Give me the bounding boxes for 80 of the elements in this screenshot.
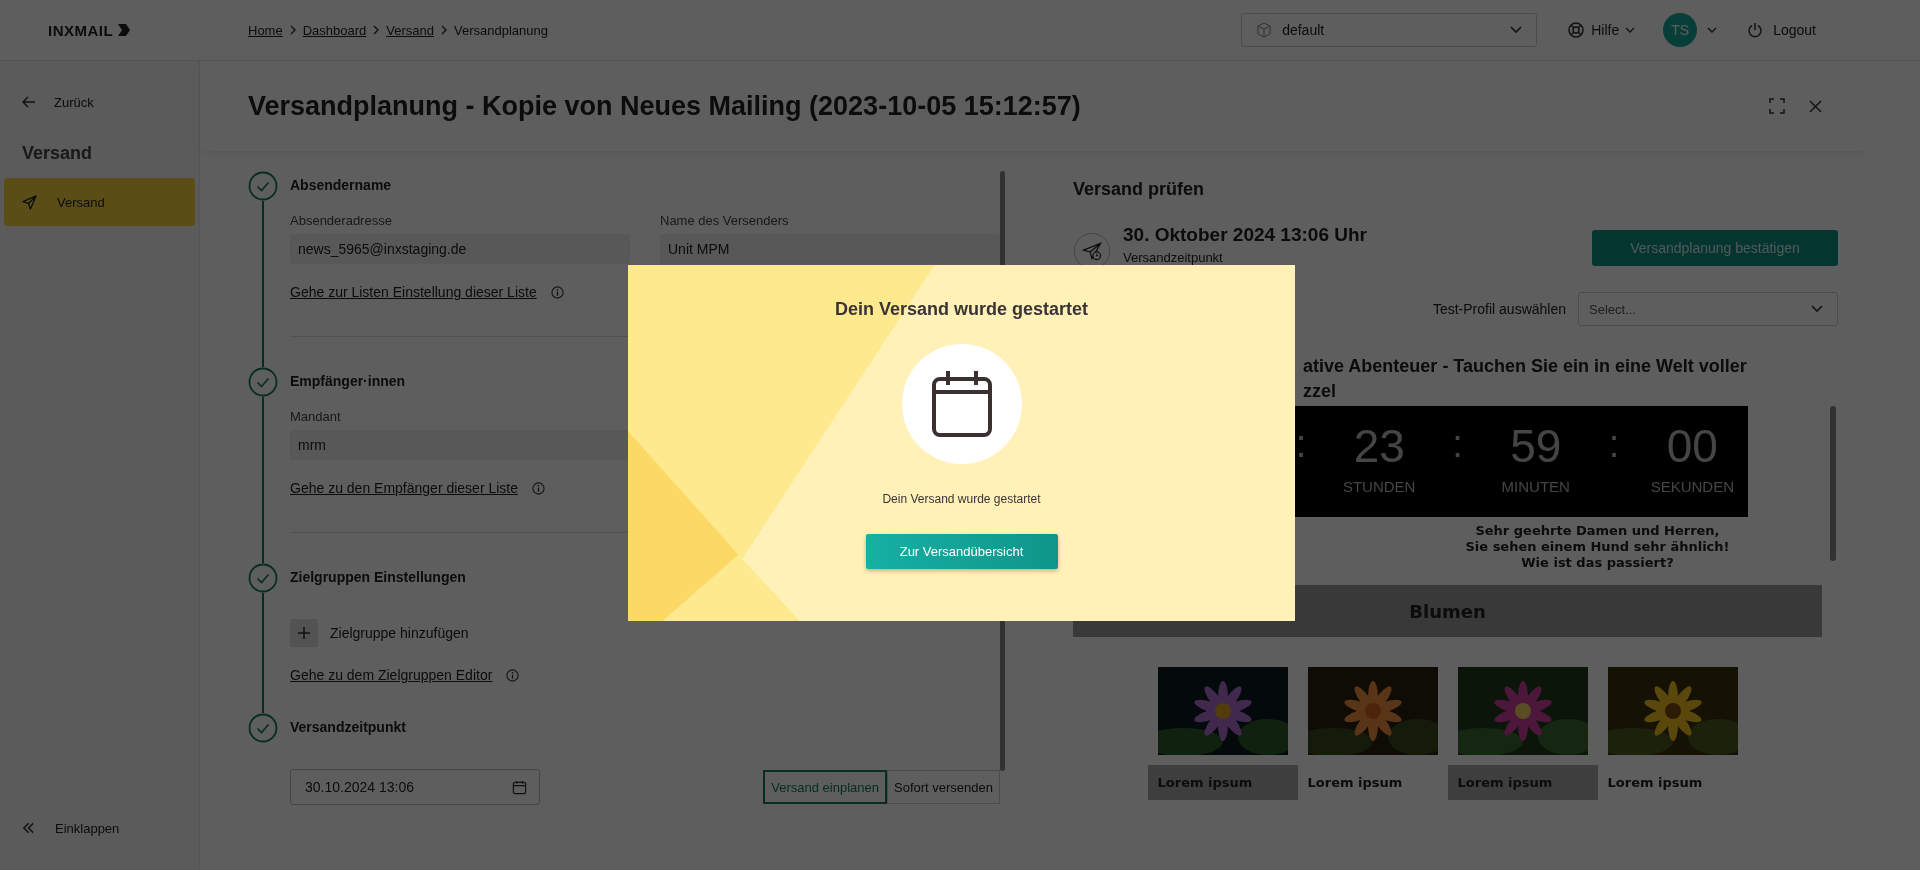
product-caption: Lorem ipsum — [1606, 774, 1704, 792]
breadcrumb-current: Versandplanung — [454, 22, 548, 38]
add-label: Zielgruppe hinzufügen — [330, 625, 469, 641]
plus-icon — [297, 626, 311, 640]
field-label: Test-Profil auswählen — [1432, 301, 1566, 317]
product-caption: Lorem ipsum — [1306, 774, 1404, 792]
sidebar-heading: Versand — [21, 142, 94, 165]
greeting-text: Sie sehen einem Hund sehr ähnlich! — [1464, 539, 1731, 555]
settings-link[interactable]: Gehe zur Listen Einstellung dieser Liste — [290, 284, 537, 300]
logout-button[interactable]: Logout — [1747, 22, 1816, 38]
chevron-down-icon — [1811, 305, 1823, 313]
scrollbar[interactable] — [1830, 406, 1836, 561]
chevron-right-icon — [288, 25, 297, 35]
settings-link[interactable]: Gehe zu dem Zielgruppen Editor — [290, 667, 493, 683]
send-date: 30. Oktober 2024 13:06 Uhr — [1123, 224, 1368, 246]
countdown-label: SEKUNDEN — [1650, 478, 1734, 495]
info-icon — [532, 481, 546, 495]
mode-toggle[interactable]: Sofort versenden — [887, 770, 1000, 804]
double-chevron-left-icon — [22, 822, 35, 834]
close-icon[interactable] — [1809, 99, 1822, 113]
step-title: Zielgruppen Einstellungen — [290, 569, 466, 585]
info-icon — [550, 285, 564, 299]
confirm-button[interactable]: Versandplanung bestätigen — [1592, 230, 1838, 266]
add-button[interactable] — [290, 619, 318, 647]
step-title: Absendername — [290, 177, 392, 193]
field-label: Absenderadresse — [290, 213, 393, 228]
lifebuoy-icon — [1567, 21, 1586, 39]
chevron-down-icon[interactable] — [1707, 27, 1718, 33]
greeting-text: Wie ist das passiert? — [1520, 555, 1675, 571]
info-icon — [506, 668, 520, 682]
date-field[interactable]: 30.10.2024 13:06 — [290, 769, 540, 805]
collapse-button[interactable]: Einklappen — [4, 808, 195, 848]
greeting-text: Sehr geehrte Damen und Herren, — [1474, 523, 1721, 539]
profile-select[interactable]: Select... — [1578, 292, 1838, 326]
settings-link[interactable]: Gehe zu den Empfänger dieser Liste — [290, 480, 519, 496]
section-title: Versand prüfen — [1073, 179, 1206, 200]
step-title: Versandzeitpunkt — [290, 719, 406, 735]
chevron-right-icon — [440, 25, 448, 35]
chevron-right-icon — [372, 25, 381, 35]
calendar-icon — [512, 779, 527, 795]
logo-icon — [117, 23, 132, 37]
input-field[interactable]: mrm — [290, 430, 630, 460]
countdown-label: MINUTEN — [1501, 478, 1570, 495]
fullscreen-icon[interactable] — [1769, 98, 1785, 114]
arrow-left-icon — [22, 96, 36, 108]
modal-message: Dein Versand wurde gestartet — [882, 492, 1041, 506]
countdown-separator: : — [1608, 422, 1620, 466]
countdown-value: 59 — [1510, 422, 1562, 470]
mode-toggle[interactable]: Versand einplanen — [763, 770, 887, 804]
field-label: Mandant — [290, 409, 342, 424]
help-menu[interactable]: Hilfe — [1567, 21, 1636, 39]
chevron-down-icon — [1510, 26, 1523, 34]
logo-text: INXMAIL — [48, 21, 114, 39]
breadcrumb-link[interactable]: Dashboard — [302, 22, 367, 38]
paper-plane-icon — [22, 194, 37, 210]
send-date-label: Versandzeitpunkt — [1123, 250, 1224, 265]
box-icon — [1256, 22, 1273, 38]
countdown-separator: : — [1452, 422, 1463, 466]
countdown-value: 00 — [1666, 422, 1718, 470]
chevron-down-icon — [1625, 27, 1636, 33]
input-field[interactable]: news_5965@inxstaging.de — [290, 234, 630, 264]
user-avatar[interactable]: TS — [1663, 13, 1698, 47]
email-heading: ative Abenteuer - Tauchen Sie ein in eine Welt voller — [1303, 355, 1748, 378]
power-icon — [1747, 22, 1764, 38]
input-field[interactable]: Unit MPM — [660, 234, 1000, 264]
breadcrumb-link[interactable]: Home — [248, 22, 283, 38]
workspace-select[interactable]: default — [1241, 13, 1538, 47]
sidebar-item[interactable]: Versand — [4, 178, 195, 226]
breadcrumb-link[interactable]: Versand — [386, 22, 434, 38]
email-heading: zzel — [1303, 380, 1337, 403]
back-link[interactable]: Zurück — [4, 81, 195, 123]
countdown-separator: : — [1295, 422, 1307, 466]
overview-button[interactable]: Zur Versandübersicht — [865, 534, 1058, 569]
step-title: Empfänger·innen — [290, 373, 406, 389]
modal-title: Dein Versand wurde gestartet — [834, 299, 1089, 320]
countdown-value: 23 — [1353, 422, 1405, 470]
countdown-label: STUNDEN — [1342, 478, 1416, 495]
calendar-icon — [901, 344, 1022, 464]
page-title: Versandplanung - Kopie von Neues Mailing (2023-10-05 15:12:57) — [248, 90, 1082, 122]
field-label: Name des Versenders — [660, 213, 790, 228]
